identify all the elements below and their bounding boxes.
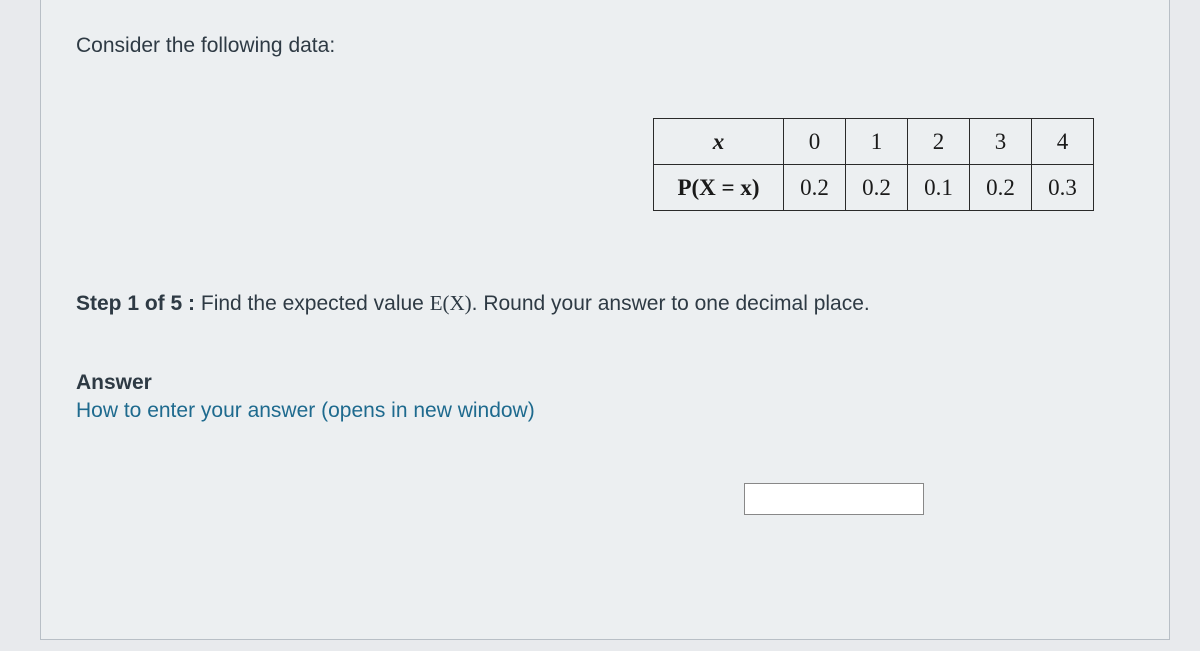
x-val-3: 3	[970, 119, 1032, 165]
row-header-p: P(X = x)	[654, 165, 784, 211]
table-row-x: x 0 1 2 3 4	[654, 119, 1094, 165]
p-val-3: 0.2	[970, 165, 1032, 211]
x-val-0: 0	[784, 119, 846, 165]
probability-table: x 0 1 2 3 4 P(X = x) 0.2 0.2 0.1 0.2 0.3	[653, 118, 1094, 211]
x-val-2: 2	[908, 119, 970, 165]
x-val-4: 4	[1032, 119, 1094, 165]
answer-section: Answer How to enter your answer (opens i…	[76, 371, 1134, 423]
answer-input[interactable]	[744, 483, 924, 515]
x-variable-label: x	[713, 129, 725, 154]
question-prompt: Consider the following data:	[76, 34, 1134, 58]
p-val-4: 0.3	[1032, 165, 1094, 211]
page-root: Consider the following data: x 0 1 2 3 4…	[0, 0, 1200, 651]
expected-value-symbol: E(X)	[430, 291, 472, 315]
step-label: Step 1 of 5 :	[76, 292, 195, 315]
answer-help-link[interactable]: How to enter your answer (opens in new w…	[76, 399, 1134, 423]
row-header-x: x	[654, 119, 784, 165]
answer-label: Answer	[76, 371, 1134, 395]
question-card: Consider the following data: x 0 1 2 3 4…	[40, 0, 1170, 640]
answer-input-wrap	[76, 483, 1134, 515]
p-val-0: 0.2	[784, 165, 846, 211]
table-row-p: P(X = x) 0.2 0.2 0.1 0.2 0.3	[654, 165, 1094, 211]
p-val-1: 0.2	[846, 165, 908, 211]
x-val-1: 1	[846, 119, 908, 165]
p-val-2: 0.1	[908, 165, 970, 211]
step-body-before: Find the expected value	[195, 292, 430, 315]
step-instruction: Step 1 of 5 : Find the expected value E(…	[76, 291, 1134, 316]
data-table-wrap: x 0 1 2 3 4 P(X = x) 0.2 0.2 0.1 0.2 0.3	[76, 118, 1134, 211]
step-body-after: . Round your answer to one decimal place…	[472, 292, 870, 315]
